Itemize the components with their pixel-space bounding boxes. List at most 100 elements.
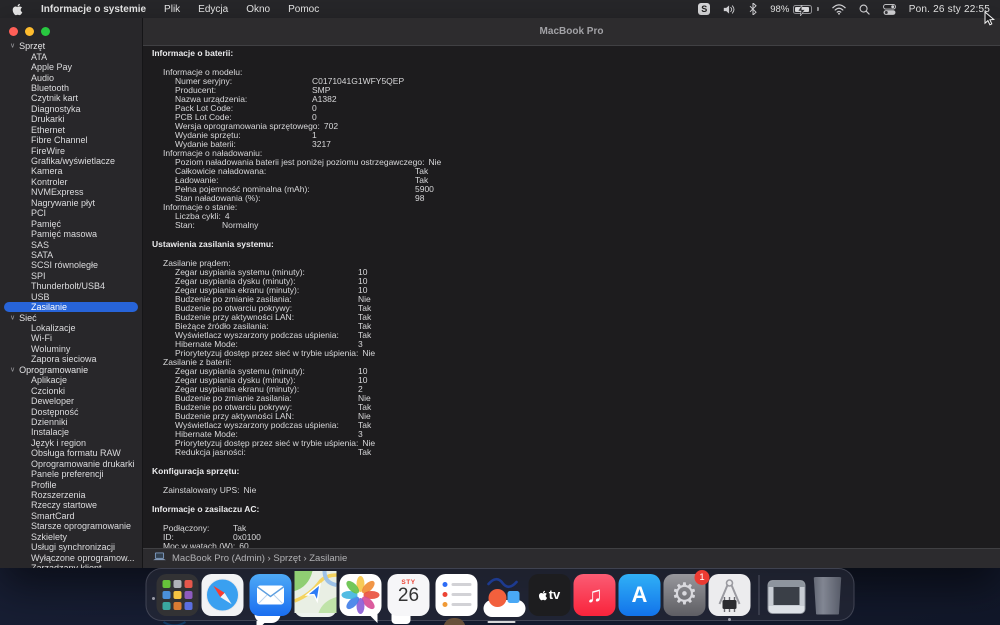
sidebar-section-sprz-t[interactable]: ∨ Sprzęt [0,41,142,51]
sidebar-item-oprogramowanie-drukarki[interactable]: Oprogramowanie drukarki [0,459,142,469]
sidebar-item-instalacje[interactable]: Instalacje [0,427,142,437]
sidebar-item-label: Diagnostyka [31,103,81,114]
dock-item-mail[interactable] [249,573,292,616]
dock-item-music[interactable]: ♫ [573,573,616,616]
dock-item-minimized-window[interactable] [767,576,806,614]
sidebar-item-zasilanie[interactable]: Zasilanie [4,301,138,313]
sidebar-item-dost-pno[interactable]: Dostępność [0,406,142,417]
wifi-icon[interactable] [832,3,846,15]
sidebar-item-sas[interactable]: SAS [0,239,142,250]
menu-pomoc[interactable]: Pomoc [288,4,319,15]
dock-item-tv[interactable]: tv [528,573,571,616]
control-center-icon[interactable] [882,3,896,15]
computer-icon [153,552,166,565]
dock-item-system-information[interactable] [708,573,751,621]
sidebar-item-diagnostyka[interactable]: Diagnostyka [0,104,142,114]
sidebar-item-lokalizacje[interactable]: Lokalizacje [0,323,142,333]
running-indicator [728,617,731,621]
sidebar-item-label: Dostępność [31,406,79,417]
dock-item-trash[interactable] [809,575,847,615]
bluetooth-icon[interactable] [749,3,757,15]
sidebar-item-spi[interactable]: SPI [0,271,142,281]
zoom-button[interactable] [41,27,50,36]
sidebar-item-zarz-dzany-klient[interactable]: Zarządzany klient [0,563,142,568]
sidebar-item-nvmexpress[interactable]: NVMExpress [0,187,142,197]
sidebar-item-label: Zasilanie [31,302,68,313]
menu-bar-clock[interactable]: Pon. 26 sty 22:55 [909,4,990,15]
sidebar-item-kontroler[interactable]: Kontroler [0,177,142,187]
window-title-bar[interactable]: MacBook Pro [143,18,1000,46]
sidebar-item-czytnik-kart[interactable]: Czytnik kart [0,93,142,103]
sidebar-item-rzeczy-startowe[interactable]: Rzeczy startowe [0,500,142,510]
sidebar-item-wy-czone-oprogramow[interactable]: Wyłączone oprogramow... [0,552,142,563]
sidebar-item-thunderbolt-usb4[interactable]: Thunderbolt/USB4 [0,281,142,291]
menu-edycja[interactable]: Edycja [198,4,228,15]
sidebar-section-label: Sprzęt [19,41,46,52]
sidebar-section-sie[interactable]: ∨ Sieć [0,312,142,323]
menu-plik[interactable]: Plik [164,4,180,15]
dock-item-maps[interactable] [293,570,337,618]
sidebar-item-smartcard[interactable]: SmartCard [0,511,142,521]
sidebar-item-us-ugi-synchronizacji[interactable]: Usługi synchronizacji [0,542,142,552]
info-row: Producent: SMP [152,86,1000,95]
sidebar-item-pci[interactable]: PCI [0,208,142,218]
sidebar-item-nagrywanie-p-yt[interactable]: Nagrywanie płyt [0,198,142,208]
sidebar-item-dzienniki[interactable]: Dzienniki [0,417,142,427]
info-row: Wyświetlacz wyszarzony podczas uśpienia:… [152,421,1000,430]
volume-icon[interactable] [723,4,736,15]
dock-item-system-settings[interactable]: ⚙ 1 [663,569,710,616]
dock-item-freeform[interactable] [483,571,526,618]
app-store-icon: A [618,573,661,616]
sidebar-item-drukarki[interactable]: Drukarki [0,114,142,124]
dock-item-reminders[interactable] [435,573,478,616]
sidebar-item-pami[interactable]: Pamięć [0,218,142,229]
info-row: Nazwa urządzenia: A1382 [152,95,1000,104]
sidebar-item-profile[interactable]: Profile [0,479,142,490]
sidebar-item-deweloper[interactable]: Deweloper [0,396,142,406]
active-app-name[interactable]: Informacje o systemie [41,4,146,15]
sidebar-item-szkielety[interactable]: Szkielety [0,532,142,542]
sidebar-item-ata[interactable]: ATA [0,51,142,62]
sidebar-item-label: Czytnik kart [31,93,79,104]
sidebar-item-ethernet[interactable]: Ethernet [0,125,142,135]
system-information-window: ∨ Sprzęt ATA Apple Pay Audio Bluetooth Czytnik… [0,18,1000,568]
sidebar-item-starsze-oprogramowanie[interactable]: Starsze oprogramowanie [0,521,142,531]
sidebar-section-oprogramowanie[interactable]: ∨ Oprogramowanie [0,365,142,375]
sidebar-item-usb[interactable]: USB [0,292,142,302]
sidebar-item-label: SATA [31,249,54,260]
sidebar-item-obs-uga-formatu-raw[interactable]: Obsługa formatu RAW [0,448,142,458]
menu-okno[interactable]: Okno [246,4,270,15]
sidebar-item-kamera[interactable]: Kamera [0,166,142,176]
tv-icon: tv [528,573,571,616]
search-icon[interactable] [859,4,870,15]
sidebar-item-scsi-r-wnoleg-e[interactable]: SCSI równoległe [0,260,142,270]
dock-item-calendar[interactable]: STY 26 [387,573,430,616]
sidebar-item-panele-preferencji[interactable]: Panele preferencji [0,469,142,479]
info-row: Wyświetlacz wyszarzony podczas uśpienia:… [152,331,1000,340]
sidebar-item-bluetooth[interactable]: Bluetooth [0,83,142,93]
sidebar-item-aplikacje[interactable]: Aplikacje [0,375,142,385]
sidebar-item-firewire[interactable]: FireWire [0,145,142,156]
sidebar-item-pami-masowa[interactable]: Pamięć masowa [0,229,142,239]
minimize-button[interactable] [25,27,34,36]
dock-item-launchpad[interactable] [156,573,199,616]
info-row: ID: 0x0100 [152,533,1000,542]
battery-indicator[interactable]: 98% [770,3,819,16]
sidebar-item-sata[interactable]: SATA [0,250,142,260]
close-button[interactable] [9,27,18,36]
sidebar-item-j-zyk-i-region[interactable]: Język i region [0,438,142,448]
sidebar-item-fibre-channel[interactable]: Fibre Channel [0,135,142,145]
calendar-icon: STY 26 [387,573,430,616]
sidebar-item-apple-pay[interactable]: Apple Pay [0,62,142,72]
sidebar-item-woluminy[interactable]: Woluminy [0,344,142,354]
screen-tool-icon[interactable]: S [698,3,711,15]
sidebar-item-audio[interactable]: Audio [0,72,142,83]
sidebar-item-zapora-sieciowa[interactable]: Zapora sieciowa [0,354,142,364]
dock-item-app-store[interactable]: A [618,573,661,616]
sidebar-item-rozszerzenia[interactable]: Rozszerzenia [0,490,142,500]
sidebar-item-czcionki[interactable]: Czcionki [0,385,142,396]
sidebar-item-wi-fi[interactable]: Wi-Fi [0,333,142,343]
apple-menu-icon[interactable] [12,3,23,16]
sidebar-item-grafika-wy-wietlacze[interactable]: Grafika/wyświetlacze [0,156,142,166]
dock-item-safari[interactable] [201,573,244,616]
